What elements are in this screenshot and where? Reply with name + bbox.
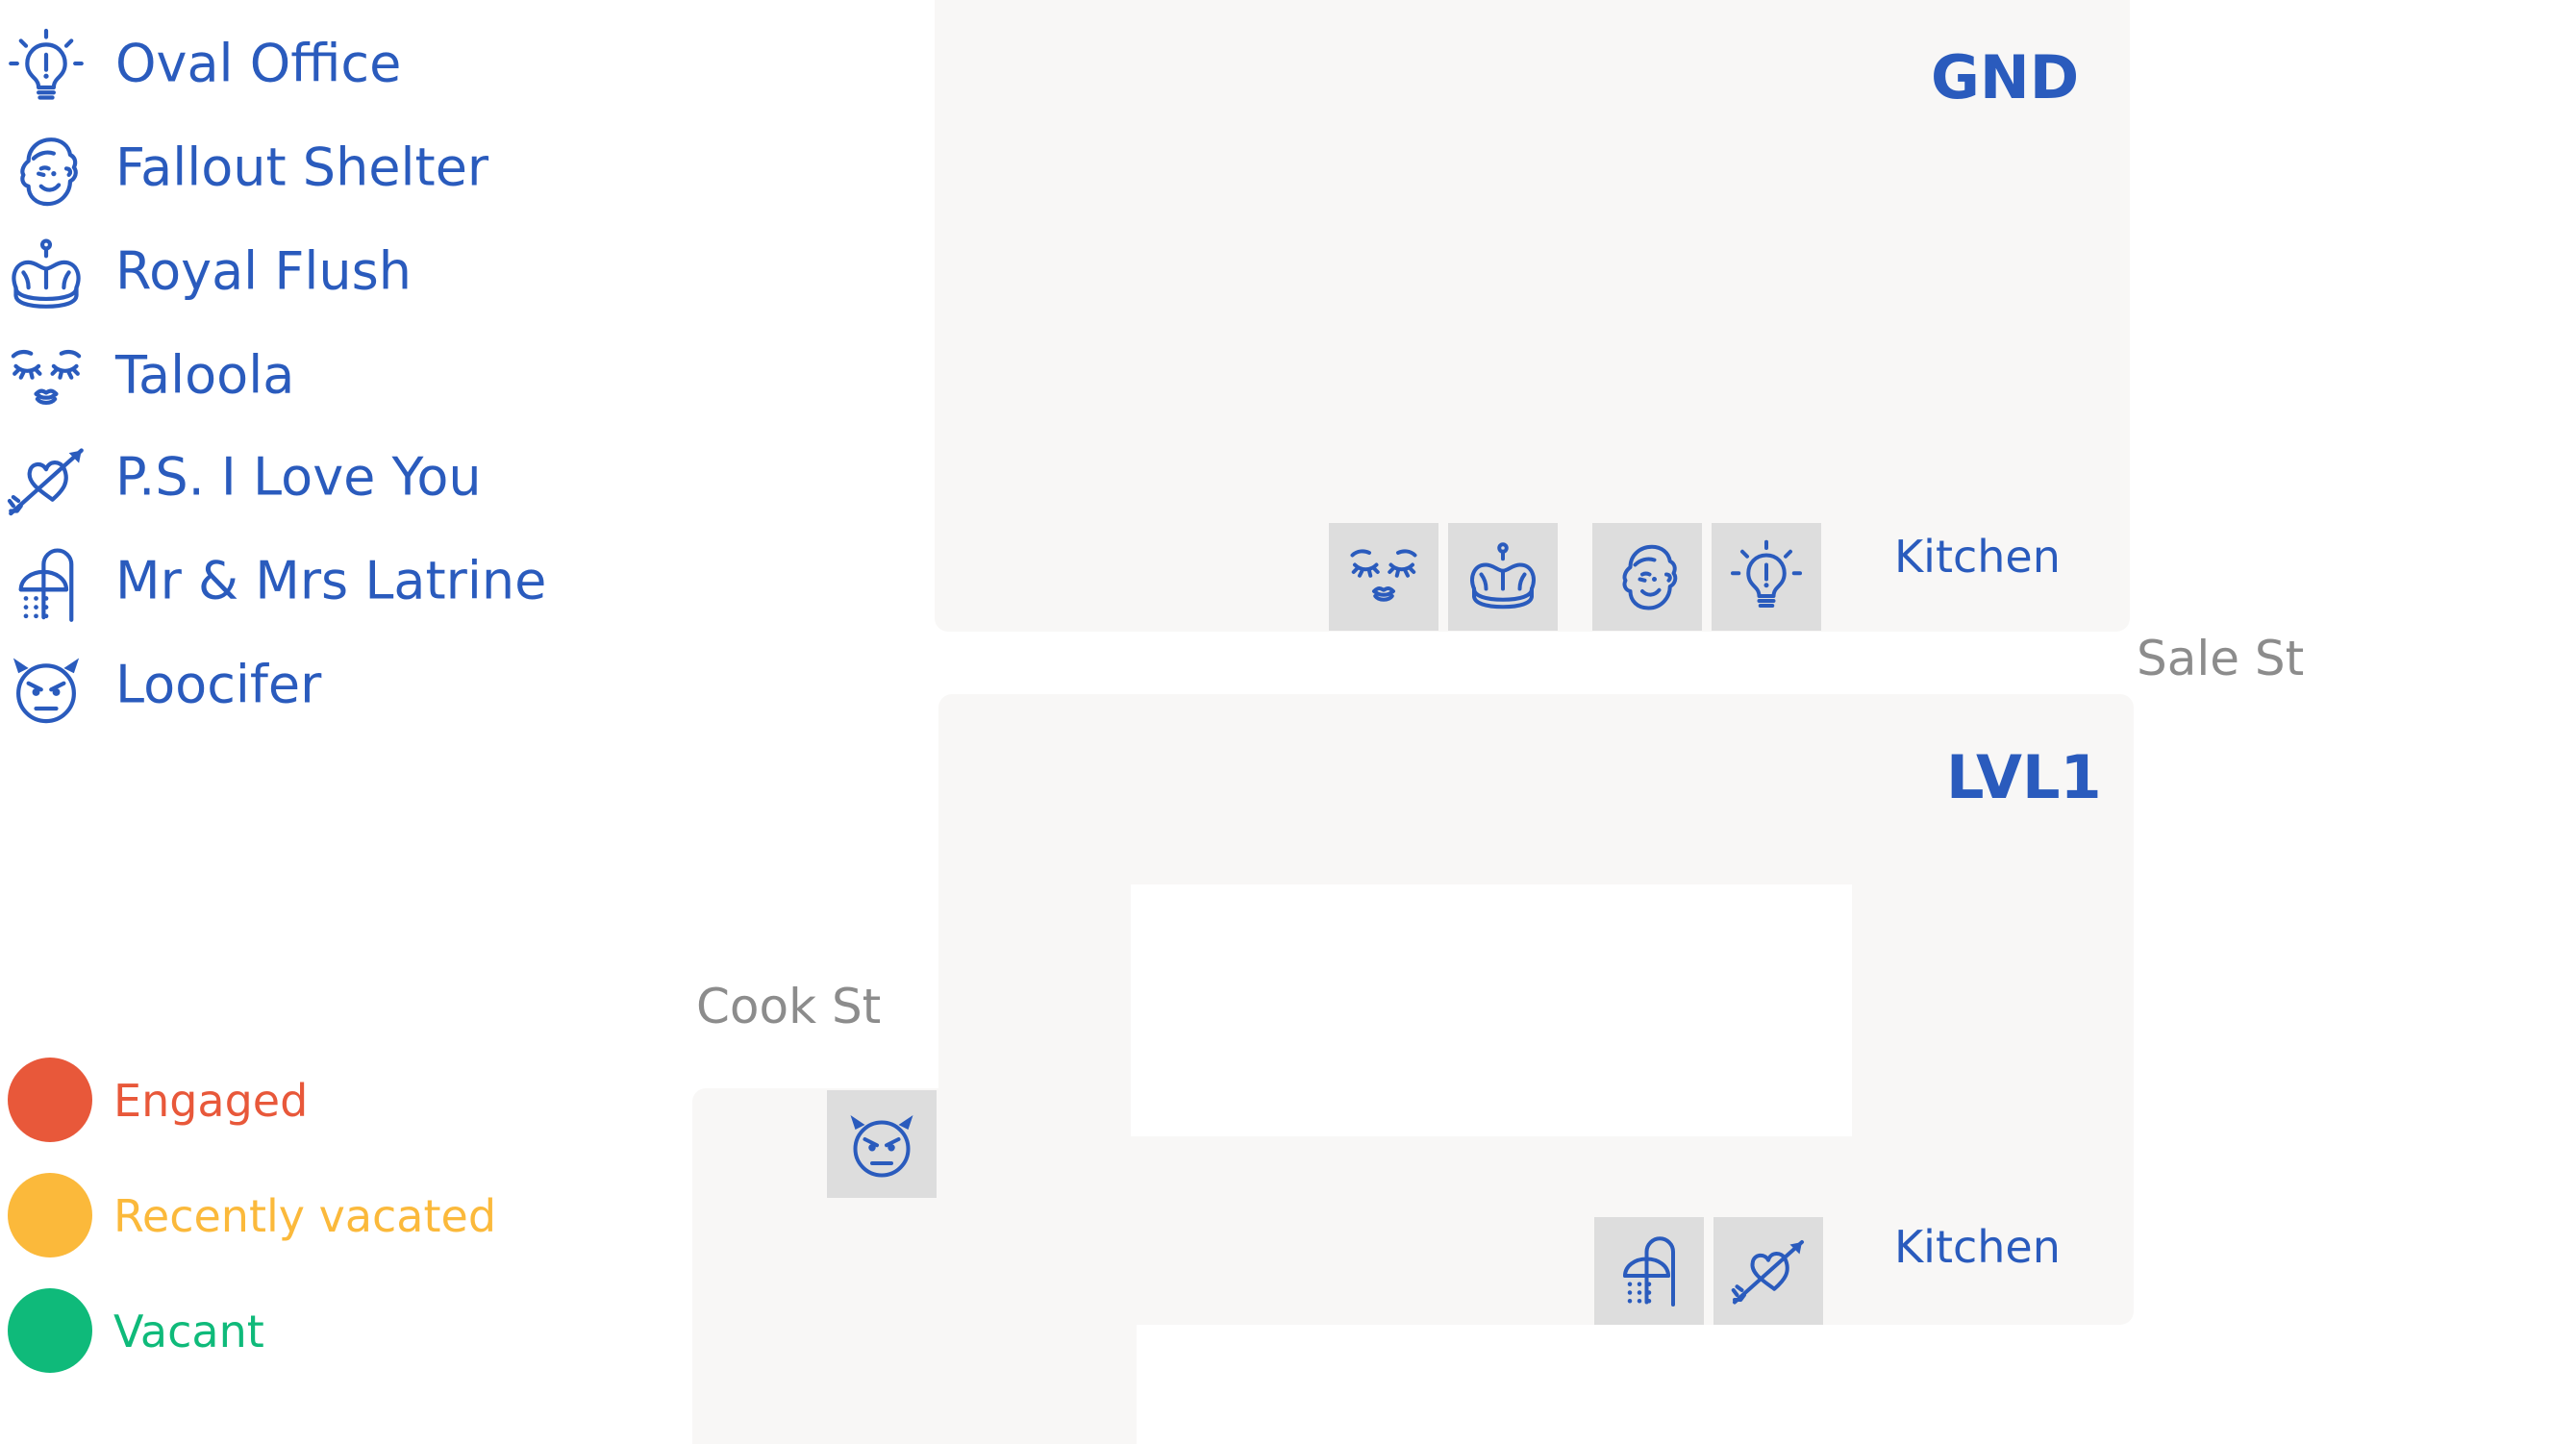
status-dot-engaged <box>8 1058 92 1142</box>
status-recently-vacated: Recently vacated <box>0 1173 538 1259</box>
level1-courtyard <box>1131 884 1852 1136</box>
crown-icon <box>1464 538 1541 615</box>
shower-icon <box>6 544 87 625</box>
status-engaged: Engaged <box>0 1058 538 1144</box>
status-vacant: Vacant <box>0 1288 538 1375</box>
legend-label: P.S. I Love You <box>115 446 482 508</box>
legend-label: Oval Office <box>115 33 402 94</box>
legend-item-ps-i-love-you: P.S. I Love You <box>0 429 615 525</box>
devil-icon <box>6 648 87 729</box>
level1-cutout <box>1137 1325 2194 1444</box>
status-dot-vacant <box>8 1288 92 1373</box>
street-label-sale: Sale St <box>2137 631 2305 686</box>
toilet-fallout-shelter[interactable] <box>1592 523 1702 631</box>
toilet-ps-i-love-you[interactable] <box>1713 1217 1823 1325</box>
legend-label: Taloola <box>115 344 295 406</box>
floor-name-ground: GND <box>1931 42 2080 112</box>
status-dot-recently-vacated <box>8 1173 92 1257</box>
toilet-mr-mrs-latrine[interactable] <box>1594 1217 1704 1325</box>
lightbulb-icon <box>1728 538 1805 615</box>
vault-boy-icon <box>6 131 87 212</box>
toilet-loocifer[interactable] <box>827 1090 937 1198</box>
legend-item-fallout-shelter: Fallout Shelter <box>0 119 615 215</box>
toilet-royal-flush[interactable] <box>1448 523 1558 631</box>
kitchen-label-level1: Kitchen <box>1894 1221 2061 1273</box>
legend-item-royal-flush: Royal Flush <box>0 223 615 319</box>
kissing-face-icon <box>1345 538 1422 615</box>
legend-item-mr-mrs-latrine: Mr & Mrs Latrine <box>0 533 615 629</box>
street-label-cook: Cook St <box>696 979 882 1034</box>
legend-label: Royal Flush <box>115 240 412 302</box>
crown-icon <box>6 235 87 315</box>
toilet-oval-office[interactable] <box>1712 523 1821 631</box>
floor-name-level1: LVL1 <box>1946 742 2102 812</box>
lightbulb-icon <box>6 27 87 108</box>
devil-icon <box>843 1106 920 1183</box>
status-label: Vacant <box>113 1306 264 1357</box>
legend-label: Mr & Mrs Latrine <box>115 550 547 611</box>
legend-item-taloola: Taloola <box>0 327 615 423</box>
heart-arrow-icon <box>6 440 87 521</box>
kitchen-label-ground: Kitchen <box>1894 531 2061 583</box>
legend-label: Fallout Shelter <box>115 137 489 198</box>
status-label: Recently vacated <box>113 1190 497 1242</box>
legend-item-loocifer: Loocifer <box>0 636 615 733</box>
legend-label: Loocifer <box>115 654 322 715</box>
shower-icon <box>1611 1232 1688 1309</box>
toilet-taloola[interactable] <box>1329 523 1438 631</box>
heart-arrow-icon <box>1730 1232 1807 1309</box>
status-label: Engaged <box>113 1075 309 1127</box>
legend-item-oval-office: Oval Office <box>0 15 615 112</box>
kissing-face-icon <box>6 338 87 419</box>
vault-boy-icon <box>1609 538 1686 615</box>
